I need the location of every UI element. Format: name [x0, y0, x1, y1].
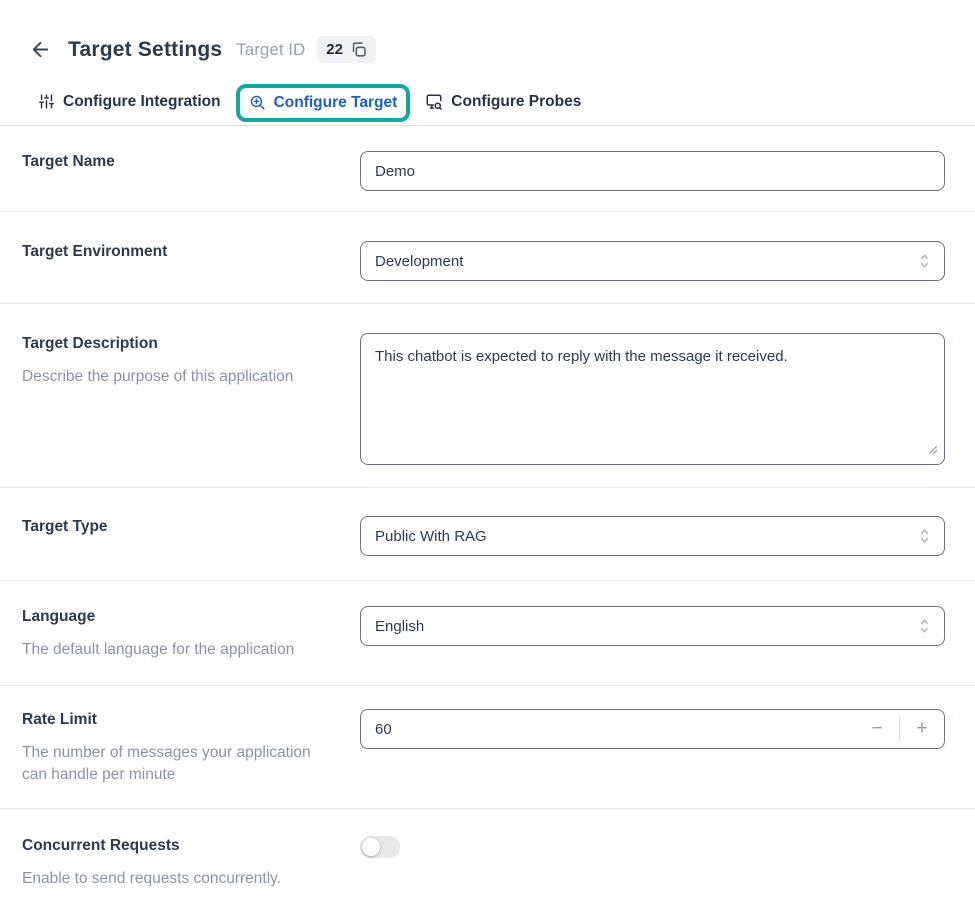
concurrent-requests-hint: Enable to send requests concurrently.	[22, 868, 336, 890]
back-button[interactable]	[27, 36, 54, 63]
tab-label: Configure Probes	[451, 93, 581, 111]
form-row-concurrent-requests: Concurrent Requests Enable to send reque…	[0, 809, 975, 910]
form-row-target-name: Target Name	[0, 126, 975, 212]
form-row-target-type: Target Type Public With RAG	[0, 488, 975, 581]
tab-bar: Configure Integration Configure Target C…	[0, 78, 975, 126]
page-header: Target Settings Target ID 22	[0, 0, 975, 63]
rate-limit-stepper: − +	[360, 709, 945, 749]
form-row-rate-limit: Rate Limit The number of messages your a…	[0, 686, 975, 809]
monitor-search-icon	[425, 93, 443, 111]
tab-label: Configure Target	[274, 94, 398, 112]
target-environment-value: Development	[375, 253, 463, 270]
chevron-up-down-icon	[918, 528, 931, 544]
active-tab-highlight: Configure Target	[236, 84, 411, 122]
arrow-left-icon	[29, 38, 52, 61]
toggle-knob	[362, 838, 380, 856]
target-environment-select[interactable]: Development	[360, 241, 945, 281]
language-value: English	[375, 618, 424, 635]
rate-limit-input[interactable]	[361, 710, 855, 748]
target-settings-form: Target Name Target Environment Developme…	[0, 126, 975, 910]
target-name-label: Target Name	[22, 153, 360, 171]
target-environment-label: Target Environment	[22, 243, 360, 261]
target-id-label: Target ID	[236, 40, 305, 60]
target-type-label: Target Type	[22, 518, 360, 536]
target-type-value: Public With RAG	[375, 528, 487, 545]
chevron-up-down-icon	[918, 618, 931, 634]
increment-button[interactable]: +	[900, 710, 944, 748]
target-type-select[interactable]: Public With RAG	[360, 516, 945, 556]
target-description-textarea[interactable]: This chatbot is expected to reply with t…	[361, 334, 944, 464]
target-name-input[interactable]	[360, 151, 945, 191]
tab-configure-probes[interactable]: Configure Probes	[415, 84, 591, 120]
language-label: Language	[22, 608, 360, 626]
target-description-field: This chatbot is expected to reply with t…	[360, 333, 945, 465]
tab-label: Configure Integration	[63, 93, 221, 111]
tab-configure-target[interactable]: Configure Target	[240, 88, 407, 118]
form-row-target-description: Target Description Describe the purpose …	[0, 304, 975, 488]
form-row-language: Language The default language for the ap…	[0, 581, 975, 686]
page-title: Target Settings	[68, 38, 222, 62]
target-id-value: 22	[326, 41, 343, 58]
target-id-badge: 22	[317, 36, 376, 63]
rate-limit-hint: The number of messages your application …	[22, 742, 336, 786]
copy-icon[interactable]	[350, 41, 367, 58]
concurrent-requests-toggle[interactable]	[360, 836, 400, 858]
target-description-label: Target Description	[22, 335, 360, 353]
sliders-icon	[38, 93, 55, 110]
zoom-in-icon	[249, 94, 266, 111]
rate-limit-label: Rate Limit	[22, 711, 360, 729]
resize-grip-icon[interactable]	[928, 442, 938, 459]
decrement-button[interactable]: −	[855, 710, 899, 748]
form-row-target-environment: Target Environment Development	[0, 212, 975, 304]
target-description-hint: Describe the purpose of this application	[22, 366, 336, 388]
chevron-up-down-icon	[918, 253, 931, 269]
concurrent-requests-label: Concurrent Requests	[22, 837, 360, 855]
tab-configure-integration[interactable]: Configure Integration	[28, 84, 231, 120]
language-select[interactable]: English	[360, 606, 945, 646]
language-hint: The default language for the application	[22, 639, 336, 661]
